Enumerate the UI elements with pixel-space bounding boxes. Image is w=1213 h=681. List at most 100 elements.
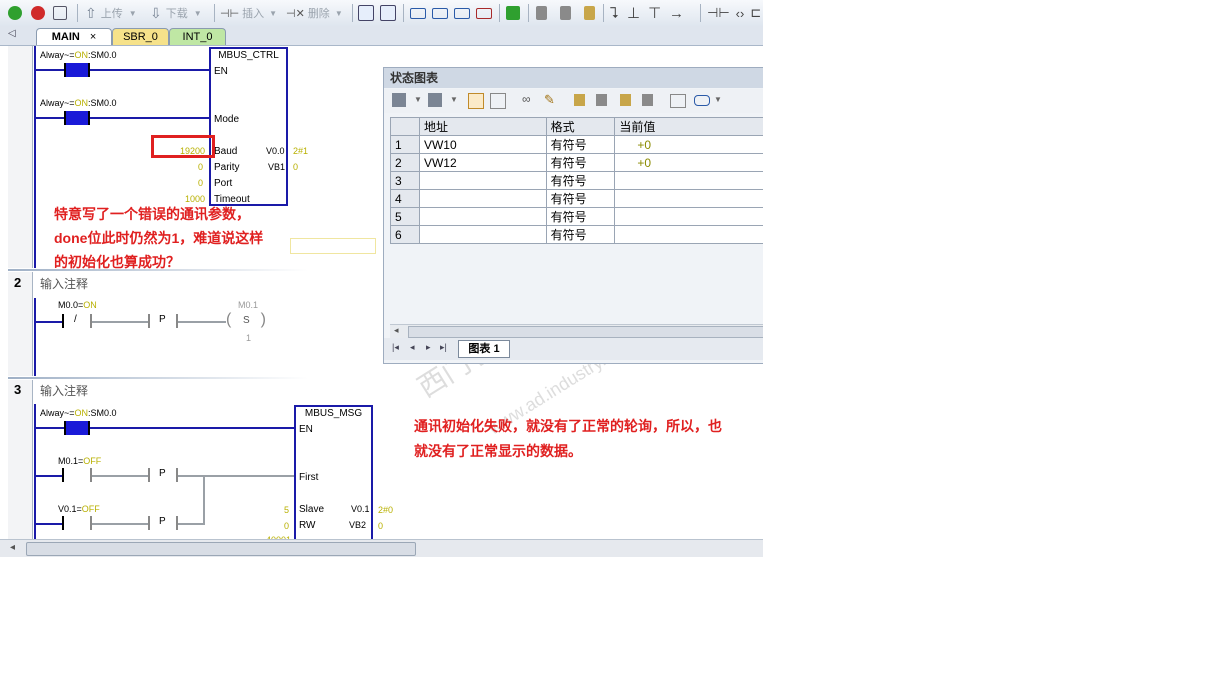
compile-button[interactable] xyxy=(53,3,67,23)
table-row[interactable]: 1 VW10 有符号 +0 xyxy=(390,135,763,154)
element-tools[interactable]: ⊣⊢ ‹› ⊏ xyxy=(707,3,761,23)
pencil-icon[interactable]: ✎ xyxy=(544,92,555,108)
tool-button-3[interactable] xyxy=(454,3,470,23)
scroll-left-icon[interactable]: ◂ xyxy=(10,542,15,553)
mbus-ctrl-box[interactable]: MBUS_CTRL EN Mode Baud Parity Port Timeo… xyxy=(209,47,288,206)
n3-contact2-label-b: OFF xyxy=(83,456,102,466)
monitor-button[interactable] xyxy=(358,3,374,23)
lock-button-2[interactable] xyxy=(560,3,571,23)
table-header-corner xyxy=(390,117,420,136)
editor-hscroll[interactable]: ◂ xyxy=(0,539,763,557)
glasses-icon[interactable]: ∞ xyxy=(522,92,531,106)
table-row[interactable]: 4 有符号 xyxy=(390,189,763,208)
chart-run-icon[interactable] xyxy=(468,93,484,109)
n1-contact2-label-b: ON xyxy=(74,98,89,108)
mbus-msg-box[interactable]: MBUS_MSG EN First Slave RW V0.1 VB2 xyxy=(294,405,373,549)
upload-button[interactable]: ⇧ 上传 ▼ xyxy=(85,3,137,23)
tab-sbr0[interactable]: SBR_0 xyxy=(112,28,169,45)
format-cell[interactable]: 有符号 xyxy=(545,153,616,172)
table-row[interactable]: 2 VW12 有符号 +0 xyxy=(390,153,763,172)
n2-negated-contact[interactable]: / xyxy=(62,314,92,328)
msg-err-value: 0 xyxy=(378,521,384,531)
address-cell[interactable] xyxy=(418,171,547,190)
address-cell[interactable]: VW10 xyxy=(418,135,547,154)
chevron-down-icon[interactable]: ▼ xyxy=(414,95,422,104)
upload-label: 上传 xyxy=(100,8,123,20)
ladder-tools[interactable]: ⮧ ⊥ ⊤ → xyxy=(610,3,684,23)
format-cell[interactable]: 有符号 xyxy=(545,171,616,190)
tool-button-5[interactable] xyxy=(506,3,520,23)
insert-button[interactable]: ⊣⊢ 插入 ▼ xyxy=(220,3,277,23)
sheet-tab-1[interactable]: 图表 1 xyxy=(458,340,510,358)
monitor-pause-button[interactable] xyxy=(380,3,396,23)
chevron-down-icon[interactable]: ▼ xyxy=(714,95,722,104)
mbus-msg-slave-pin: Slave xyxy=(299,504,325,515)
run-button[interactable] xyxy=(8,3,22,23)
next-sheet-icon[interactable]: ▸ xyxy=(426,342,431,353)
lock-button-3[interactable] xyxy=(584,3,595,23)
tab-scroll-left-icon[interactable]: ◁ xyxy=(8,28,16,39)
n2-p-contact[interactable]: P xyxy=(148,314,178,328)
lock-add-icon[interactable] xyxy=(620,94,631,106)
lock-icon[interactable] xyxy=(574,94,585,106)
tool-button-4[interactable] xyxy=(476,3,492,23)
address-cell[interactable] xyxy=(418,225,547,244)
prev-sheet-icon[interactable]: ◂ xyxy=(410,342,415,353)
n1-contact2-label-c: :SM0.0 xyxy=(88,98,117,108)
network-3-comment[interactable]: 输入注释 xyxy=(40,382,88,399)
status-chart-hscroll[interactable]: ◂ xyxy=(390,324,763,338)
n2-p-label: P xyxy=(159,314,166,325)
add-icon[interactable] xyxy=(392,93,406,107)
last-sheet-icon[interactable]: ▸| xyxy=(440,342,447,353)
delete-row-icon[interactable] xyxy=(428,93,442,107)
tab-int0[interactable]: INT_0 xyxy=(169,28,226,45)
network-2-comment[interactable]: 输入注释 xyxy=(40,275,88,292)
lock-read-icon[interactable] xyxy=(642,94,653,106)
monitor-icon xyxy=(358,5,374,21)
scroll-left-icon[interactable]: ◂ xyxy=(394,325,399,336)
chart-pause-icon[interactable] xyxy=(490,93,506,109)
address-cell[interactable]: VW12 xyxy=(418,153,547,172)
lock-button-1[interactable] xyxy=(536,3,547,23)
format-cell[interactable]: 有符号 xyxy=(545,135,616,154)
network-3-gutter xyxy=(8,380,33,539)
status-chart-window[interactable]: 状态图表 ▼ ▼ ∞ ✎ ▼ 地址 格式 当前值 1 VW10 有符号 +0 2… xyxy=(383,67,763,364)
tab-main[interactable]: MAIN × xyxy=(36,28,112,45)
scroll-thumb[interactable] xyxy=(408,326,763,338)
download-button[interactable]: ⇩ 下载 ▼ xyxy=(150,3,202,23)
n3-contact2[interactable] xyxy=(62,468,92,482)
n3-p-contact2[interactable]: P xyxy=(148,516,178,530)
monitor-pause-icon xyxy=(380,5,396,21)
goto-icon xyxy=(506,6,520,20)
current-value-cell xyxy=(614,189,763,208)
n2-coil-label: S xyxy=(243,315,250,326)
n3-contact3[interactable] xyxy=(62,516,92,530)
tool-button-1[interactable] xyxy=(410,3,426,23)
trend-icon[interactable] xyxy=(670,94,686,108)
window-delete-icon xyxy=(476,7,492,19)
n1-contact1[interactable] xyxy=(64,63,90,77)
stop-button[interactable] xyxy=(31,3,45,23)
scroll-thumb[interactable] xyxy=(26,542,416,556)
lock-icon xyxy=(560,6,571,20)
format-icon[interactable] xyxy=(694,95,710,106)
tool-button-2[interactable] xyxy=(432,3,448,23)
chevron-down-icon: ▼ xyxy=(193,8,202,18)
chevron-down-icon[interactable]: ▼ xyxy=(450,95,458,104)
unlock-icon[interactable] xyxy=(596,94,607,106)
delete-button[interactable]: ⊣✕ 删除 ▼ xyxy=(286,3,343,23)
format-cell[interactable]: 有符号 xyxy=(545,189,616,208)
n3-contact1[interactable] xyxy=(64,421,90,435)
table-row[interactable]: 5 有符号 xyxy=(390,207,763,226)
n3-p-contact1[interactable]: P xyxy=(148,468,178,482)
table-row[interactable]: 6 有符号 xyxy=(390,225,763,244)
close-icon[interactable]: × xyxy=(90,31,96,43)
first-sheet-icon[interactable]: |◂ xyxy=(392,342,399,353)
n2-set-coil[interactable]: ( S ) xyxy=(226,311,266,330)
table-row[interactable]: 3 有符号 xyxy=(390,171,763,190)
n1-contact2[interactable] xyxy=(64,111,90,125)
address-cell[interactable] xyxy=(418,189,547,208)
address-cell[interactable] xyxy=(418,207,547,226)
format-cell[interactable]: 有符号 xyxy=(545,225,616,244)
format-cell[interactable]: 有符号 xyxy=(545,207,616,226)
